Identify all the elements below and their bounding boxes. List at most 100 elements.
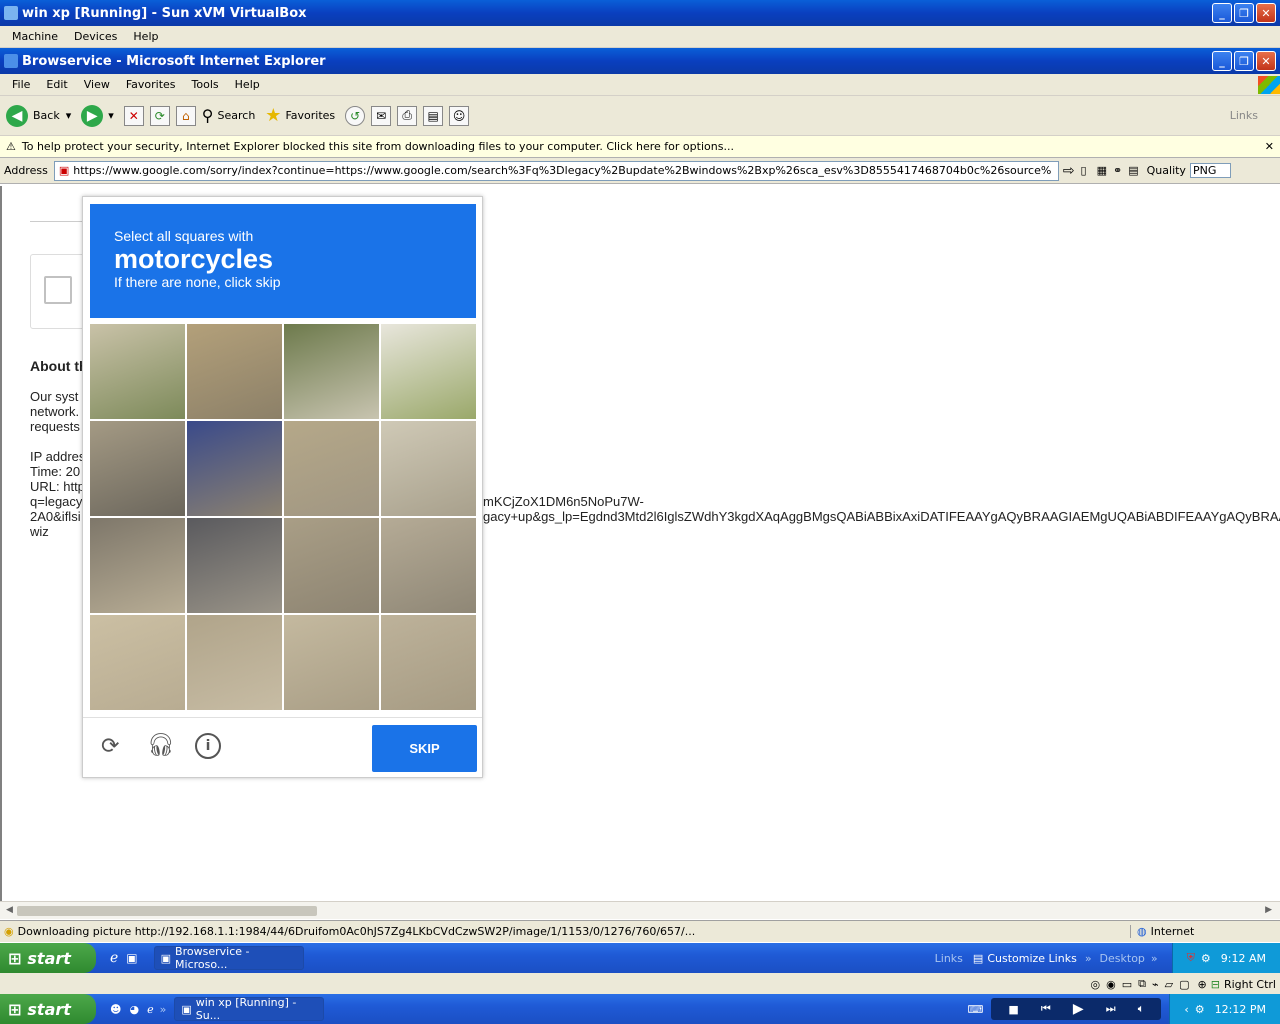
host-start-button[interactable]: ⊞ start (0, 994, 96, 1024)
quality-select[interactable]: PNG (1189, 163, 1232, 178)
menu-tools[interactable]: Tools (184, 78, 227, 91)
usb-icon[interactable]: ⌁ (1152, 978, 1159, 991)
home-icon[interactable]: ⌂ (175, 105, 196, 126)
search-button[interactable]: ⚲ Search (202, 106, 256, 125)
scroll-left-icon[interactable]: ◀ (6, 905, 13, 915)
scroll-right-icon[interactable]: ▶ (1265, 905, 1272, 915)
scrollbar-thumb[interactable] (17, 906, 317, 916)
menu-machine[interactable]: Machine (4, 30, 66, 43)
menu-favorites[interactable]: Favorites (118, 78, 184, 91)
captcha-tile[interactable] (187, 615, 282, 710)
mail-icon[interactable]: ✉ (371, 105, 392, 126)
reload-icon[interactable]: ⟳ (101, 734, 119, 759)
shared-folder-icon[interactable]: ▱ (1165, 978, 1173, 991)
captcha-tile[interactable] (284, 421, 379, 516)
skip-button[interactable]: SKIP (372, 725, 477, 772)
chevron-icon[interactable]: » (160, 1003, 167, 1016)
forward-dropdown-icon[interactable]: ▾ (108, 109, 114, 122)
tray-network-icon[interactable]: ⚙ (1195, 1003, 1205, 1016)
history-icon[interactable]: ↺ (345, 105, 366, 126)
cd-icon[interactable]: ◉ (1106, 978, 1116, 991)
task-browservice[interactable]: ▣ Browservice - Microso... (153, 945, 304, 971)
keyboard-capture-icon[interactable]: ⊟ (1211, 978, 1220, 991)
back-button[interactable]: ◀ Back ▾ (6, 104, 72, 127)
go-arrow-icon[interactable]: ⇨ (1063, 163, 1075, 179)
minimize-button[interactable]: _ (1212, 3, 1232, 23)
infobar-close-icon[interactable]: ✕ (1265, 140, 1274, 153)
menu-help[interactable]: Help (125, 30, 166, 43)
toolbar-desktop[interactable]: Desktop (1100, 952, 1145, 965)
display-icon[interactable]: ▢ (1179, 978, 1189, 991)
captcha-tile[interactable] (187, 324, 282, 419)
toolbar-links[interactable]: Links (935, 952, 963, 965)
back-dropdown-icon[interactable]: ▾ (66, 109, 72, 122)
captcha-tile[interactable] (284, 518, 379, 613)
close-button[interactable]: ✕ (1256, 3, 1276, 23)
restore-button[interactable]: ❐ (1234, 3, 1254, 23)
security-infobar[interactable]: ⚠ To help protect your security, Interne… (0, 136, 1280, 158)
customize-links[interactable]: ▤ Customize Links (973, 952, 1077, 965)
links-label[interactable]: Links (1230, 109, 1258, 122)
favorites-button[interactable]: ★ Favorites (265, 105, 335, 126)
zoom-icon[interactable]: ▦ (1097, 164, 1107, 177)
media-volume-icon[interactable]: 🔈︎ (1138, 1002, 1145, 1016)
media-play-icon[interactable]: ▶ (1073, 1001, 1084, 1017)
captcha-tile[interactable] (284, 324, 379, 419)
chevron-icon[interactable]: » (1151, 952, 1158, 965)
chevron-icon[interactable]: » (1085, 952, 1092, 965)
captcha-tile[interactable] (90, 324, 185, 419)
guest-start-button[interactable]: ⊞ start (0, 943, 96, 973)
captcha-tile[interactable] (187, 518, 282, 613)
ie-titlebar[interactable]: Browservice - Microsoft Internet Explore… (0, 48, 1280, 74)
media-prev-icon[interactable]: ⏮ (1041, 1002, 1051, 1016)
menu-view[interactable]: View (76, 78, 118, 91)
recaptcha-checkbox[interactable] (44, 276, 72, 304)
captcha-tile[interactable] (381, 518, 476, 613)
captcha-tile[interactable] (187, 421, 282, 516)
network-adapter-icon[interactable]: ⧉ (1138, 977, 1146, 991)
captcha-tile[interactable] (284, 615, 379, 710)
menu-help[interactable]: Help (227, 78, 268, 91)
horizontal-scrollbar[interactable]: ◀ ▶ (0, 901, 1280, 919)
captcha-tile[interactable] (90, 421, 185, 516)
ie-close-button[interactable]: ✕ (1256, 51, 1276, 71)
captcha-tile[interactable] (381, 324, 476, 419)
audio-headphones-icon[interactable]: 🎧︎ (147, 733, 175, 758)
floppy-icon[interactable]: ▭ (1122, 978, 1132, 991)
quicklaunch-ie-icon[interactable]: ℯ (147, 1003, 154, 1016)
network-icon[interactable]: ⚙ (1201, 952, 1211, 965)
quicklaunch-chrome-icon[interactable]: ◕ (129, 1003, 139, 1016)
clipboard-icon[interactable]: ▤ (1128, 164, 1138, 177)
info-icon[interactable]: i (195, 733, 221, 759)
captcha-tile[interactable] (90, 615, 185, 710)
refresh-icon[interactable]: ⟳ (149, 105, 170, 126)
captcha-tile[interactable] (90, 518, 185, 613)
find-icon[interactable]: ⚭ (1113, 164, 1122, 177)
security-alert-icon[interactable]: ⛨ (1187, 951, 1195, 965)
media-next-icon[interactable]: ⏭ (1106, 1002, 1116, 1016)
keyboard-layout-icon[interactable]: ⌨ (968, 1003, 984, 1016)
media-player-mini[interactable]: ■ ⏮ ▶ ⏭ 🔈︎ (991, 998, 1162, 1020)
ie-restore-button[interactable]: ❐ (1234, 51, 1254, 71)
captcha-tile[interactable] (381, 615, 476, 710)
quicklaunch-ie-icon[interactable]: ℯ (110, 950, 118, 966)
print-icon[interactable]: ⎙ (397, 105, 418, 126)
forward-button[interactable]: ▶ ▾ (81, 104, 114, 127)
captcha-tile[interactable] (381, 421, 476, 516)
stop-icon[interactable]: ✕ (123, 105, 144, 126)
ie-minimize-button[interactable]: _ (1212, 51, 1232, 71)
task-virtualbox[interactable]: ▣ win xp [Running] - Su... (174, 996, 325, 1022)
address-input[interactable]: ▣ https://www.google.com/sorry/index?con… (53, 160, 1059, 181)
edit-icon[interactable]: ▤ (423, 105, 444, 126)
media-stop-icon[interactable]: ■ (1008, 1003, 1018, 1016)
bookmark-icon[interactable]: ▯ (1081, 164, 1087, 177)
menu-devices[interactable]: Devices (66, 30, 125, 43)
quicklaunch-chat-icon[interactable]: ☻ (110, 1003, 121, 1016)
tray-arrow-icon[interactable]: ‹ (1184, 1003, 1188, 1016)
mouse-integration-icon[interactable]: ⊕ (1198, 978, 1207, 991)
quicklaunch-desktop-icon[interactable]: ▣ (126, 951, 137, 965)
messenger-icon[interactable]: ☺ (449, 105, 470, 126)
hdd-icon[interactable]: ◎ (1091, 978, 1101, 991)
menu-file[interactable]: File (4, 78, 38, 91)
vbox-titlebar[interactable]: win xp [Running] - Sun xVM VirtualBox _ … (0, 0, 1280, 26)
